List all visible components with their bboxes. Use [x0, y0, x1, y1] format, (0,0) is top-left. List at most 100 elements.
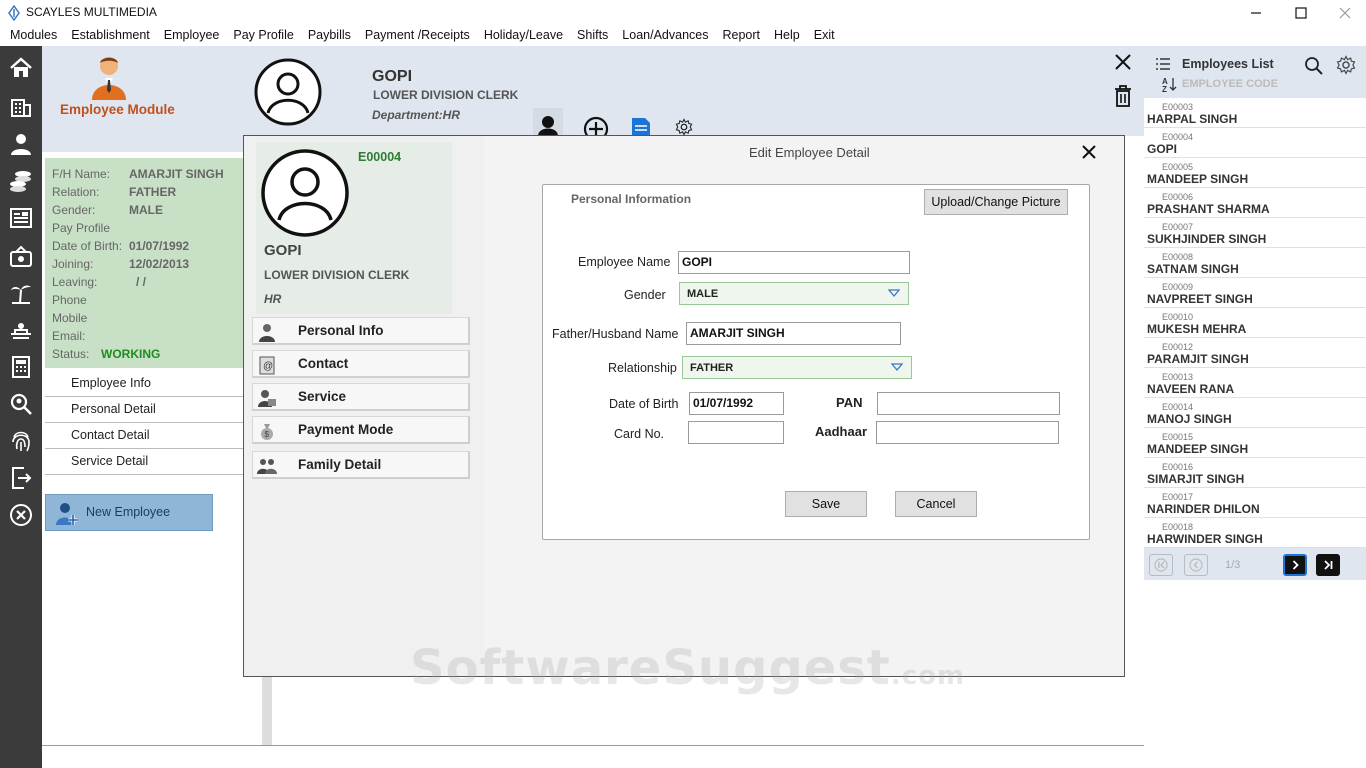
person-tab-icon[interactable]	[533, 108, 563, 136]
payment-mode-tab[interactable]: $ Payment Mode	[252, 416, 470, 444]
menu-loan-advances[interactable]: Loan/Advances	[615, 26, 715, 46]
minimize-button[interactable]	[1233, 0, 1279, 26]
card-no-field[interactable]	[688, 421, 784, 444]
upload-picture-button[interactable]: Upload/Change Picture	[924, 189, 1068, 215]
contact-tab[interactable]: @ Contact	[252, 350, 470, 378]
shifts-icon[interactable]	[7, 316, 35, 344]
father-husband-field[interactable]: AMARJIT SINGH	[686, 322, 901, 345]
app-logo-icon	[8, 5, 20, 21]
exit-icon[interactable]	[7, 501, 35, 529]
employee-name: SATNAM SINGH	[1147, 262, 1239, 276]
receipts-icon[interactable]	[7, 242, 35, 270]
close-window-button[interactable]	[1322, 0, 1366, 26]
home-icon[interactable]	[7, 54, 35, 82]
employee-name-field[interactable]: GOPI	[678, 251, 910, 274]
service-tab[interactable]: Service	[252, 383, 470, 411]
aadhaar-field[interactable]	[876, 421, 1059, 444]
maximize-button[interactable]	[1278, 0, 1324, 26]
service-label: Service	[298, 389, 347, 404]
search-icon[interactable]	[1304, 56, 1323, 75]
logout-icon[interactable]	[7, 464, 35, 492]
menu-report[interactable]: Report	[715, 26, 767, 46]
list-item[interactable]: E00014 MANOJ SINGH	[1144, 398, 1366, 428]
nav-service-detail[interactable]: Service Detail	[45, 449, 243, 475]
card-no-label: Card No.	[614, 427, 665, 441]
menu-pay-profile[interactable]: Pay Profile	[226, 26, 300, 46]
next-page-button[interactable]	[1283, 554, 1307, 576]
menu-paybills[interactable]: Paybills	[301, 26, 358, 46]
first-page-button[interactable]	[1149, 554, 1173, 576]
relationship-select[interactable]: FATHER	[682, 356, 912, 379]
settings-gear-icon[interactable]	[671, 118, 697, 136]
money-bag-icon: $	[261, 424, 273, 440]
dob-field[interactable]: 01/07/1992	[689, 392, 784, 415]
close-panel-icon[interactable]	[1113, 52, 1133, 72]
aadhaar-label: Aadhaar	[815, 424, 868, 439]
employee-name: NAVEEN RANA	[1147, 382, 1235, 396]
menu-exit[interactable]: Exit	[807, 26, 842, 46]
employee-code: E00014	[1162, 402, 1194, 412]
nav-employee-info[interactable]: Employee Info	[45, 371, 243, 397]
list-item[interactable]: E00012 PARAMJIT SINGH	[1144, 338, 1366, 368]
coins-icon[interactable]	[7, 167, 35, 195]
close-dialog-icon[interactable]	[1080, 143, 1098, 161]
list-item[interactable]: E00016 SIMARJIT SINGH	[1144, 458, 1366, 488]
menu-payment-receipts[interactable]: Payment /Receipts	[358, 26, 477, 46]
menu-help[interactable]: Help	[767, 26, 807, 46]
left-icon-rail	[0, 46, 42, 768]
fh-name-label: F/H Name:	[52, 167, 111, 181]
minimize-icon	[1251, 12, 1261, 14]
list-item[interactable]: E00005 MANDEEP SINGH	[1144, 158, 1366, 188]
nav-contact-detail[interactable]: Contact Detail	[45, 423, 243, 449]
menu-establishment[interactable]: Establishment	[64, 26, 157, 46]
list-item[interactable]: E00010 MUKESH MEHRA	[1144, 308, 1366, 338]
list-item[interactable]: E00018 HARWINDER SINGH	[1144, 518, 1366, 548]
nav-personal-detail[interactable]: Personal Detail	[45, 397, 243, 423]
list-item[interactable]: E00007 SUKHJINDER SINGH	[1144, 218, 1366, 248]
prev-page-button[interactable]	[1184, 554, 1208, 576]
fingerprint-icon[interactable]	[7, 427, 35, 455]
save-button[interactable]: Save	[785, 491, 867, 517]
paybill-icon[interactable]	[7, 204, 35, 232]
leaving-label: Leaving:	[52, 275, 98, 289]
document-icon[interactable]	[631, 118, 651, 136]
family-detail-tab[interactable]: Family Detail	[252, 451, 470, 479]
list-item[interactable]: E00009 NAVPREET SINGH	[1144, 278, 1366, 308]
cancel-button[interactable]: Cancel	[895, 491, 977, 517]
list-item[interactable]: E00013 NAVEEN RANA	[1144, 368, 1366, 398]
personal-info-tab[interactable]: Personal Info	[252, 317, 470, 345]
employee-code: E00008	[1162, 252, 1194, 262]
employee-name: PARAMJIT SINGH	[1147, 352, 1249, 366]
list-item[interactable]: E00003 HARPAL SINGH	[1144, 98, 1366, 128]
employee-name: HARPAL SINGH	[1147, 112, 1238, 126]
employee-code: E00013	[1162, 372, 1194, 382]
list-settings-gear-icon[interactable]	[1336, 55, 1356, 75]
sort-az-icon[interactable]: AZ	[1162, 76, 1178, 92]
list-item[interactable]: E00006 PRASHANT SHARMA	[1144, 188, 1366, 218]
employee-code: E00005	[1162, 162, 1194, 172]
list-item[interactable]: E00017 NARINDER DHILON	[1144, 488, 1366, 518]
list-item[interactable]: E00015 MANDEEP SINGH	[1144, 428, 1366, 458]
employee-name: MUKESH MEHRA	[1147, 322, 1247, 336]
employee-icon[interactable]	[7, 130, 35, 158]
pan-field[interactable]	[877, 392, 1060, 415]
employee-summary-box: F/H Name: AMARJIT SINGH Relation: FATHER G…	[45, 158, 243, 368]
menu-shifts[interactable]: Shifts	[570, 26, 615, 46]
service-icon	[258, 390, 276, 407]
loan-icon[interactable]	[7, 353, 35, 381]
list-item[interactable]: E00004 GOPI	[1144, 128, 1366, 158]
delete-icon[interactable]	[1113, 84, 1133, 108]
report-search-icon[interactable]	[7, 390, 35, 418]
menu-holiday-leave[interactable]: Holiday/Leave	[477, 26, 570, 46]
last-page-button[interactable]	[1316, 554, 1340, 576]
relation-label: Relation:	[52, 185, 100, 199]
menu-modules[interactable]: Modules	[0, 26, 64, 46]
gender-select[interactable]: MALE	[679, 282, 909, 305]
menu-employee[interactable]: Employee	[157, 26, 227, 46]
watermark: SoftwareSuggest.com	[410, 640, 965, 696]
new-employee-button[interactable]: New Employee	[45, 494, 213, 531]
holiday-icon[interactable]	[7, 279, 35, 307]
list-item[interactable]: E00008 SATNAM SINGH	[1144, 248, 1366, 278]
establishment-icon[interactable]	[7, 92, 35, 120]
new-employee-label: New Employee	[86, 505, 171, 519]
